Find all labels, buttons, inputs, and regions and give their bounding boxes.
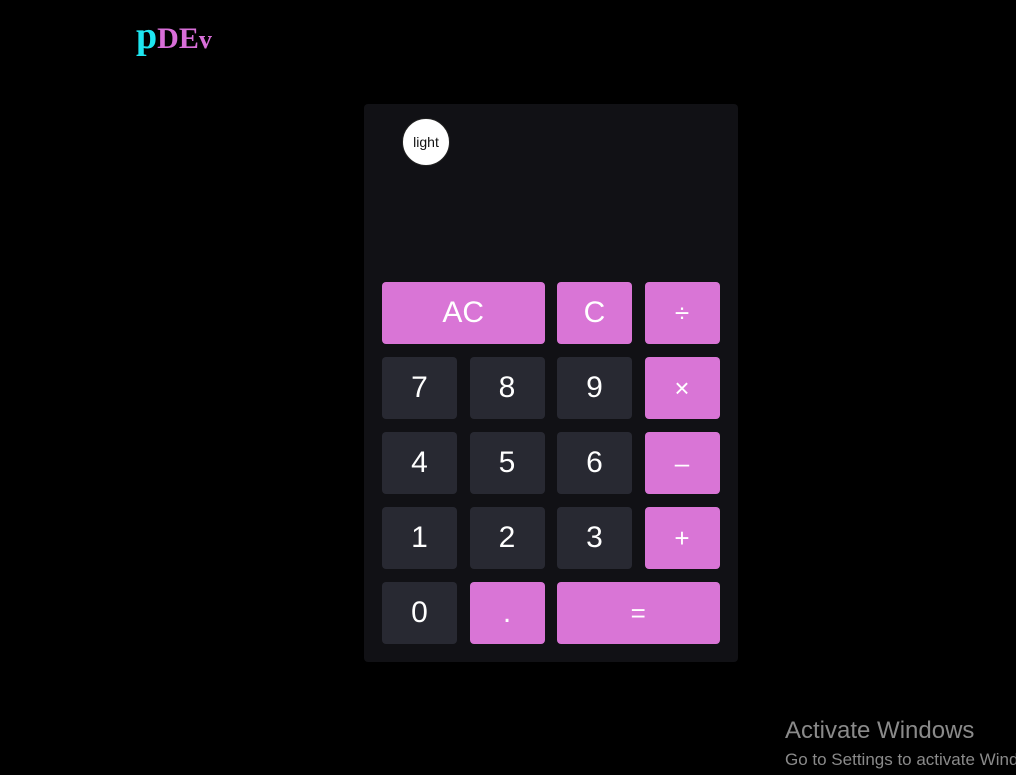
digit-0-button[interactable]: 0 — [382, 582, 457, 644]
all-clear-button[interactable]: AC — [382, 282, 545, 344]
watermark-title: Activate Windows — [785, 717, 975, 744]
logo-letter-d: D — [157, 22, 179, 55]
logo-letter-p: p — [136, 15, 158, 57]
calculator-display — [382, 174, 720, 274]
decimal-point-button[interactable]: . — [469, 582, 545, 644]
digit-9-button[interactable]: 9 — [557, 357, 632, 419]
clear-button[interactable]: C — [557, 282, 632, 344]
subtract-button[interactable]: – — [644, 432, 720, 494]
digit-7-button[interactable]: 7 — [382, 357, 457, 419]
multiply-button[interactable]: × — [644, 357, 720, 419]
digit-2-button[interactable]: 2 — [469, 507, 545, 569]
add-button[interactable]: + — [644, 507, 720, 569]
equals-button[interactable]: = — [557, 582, 720, 644]
theme-toggle-button[interactable]: light — [402, 118, 450, 166]
digit-6-button[interactable]: 6 — [557, 432, 632, 494]
digit-1-button[interactable]: 1 — [382, 507, 457, 569]
divide-button[interactable]: ÷ — [644, 282, 720, 344]
digit-4-button[interactable]: 4 — [382, 432, 457, 494]
digit-5-button[interactable]: 5 — [469, 432, 545, 494]
activation-watermark: Activate Windows Go to Settings to activ… — [785, 716, 1016, 774]
keypad: AC C ÷ 7 8 9 × 4 5 6 – 1 2 3 + 0 . = — [382, 282, 720, 644]
digit-3-button[interactable]: 3 — [557, 507, 632, 569]
logo-letter-e: E — [178, 22, 199, 55]
watermark-subtitle: Go to Settings to activate Windows. — [785, 750, 1016, 769]
digit-8-button[interactable]: 8 — [469, 357, 545, 419]
brand-logo: pDEv — [136, 16, 212, 56]
logo-letter-v: v — [198, 25, 212, 54]
calculator-panel: light AC C ÷ 7 8 9 × 4 5 6 – 1 2 3 + 0 .… — [364, 104, 738, 662]
